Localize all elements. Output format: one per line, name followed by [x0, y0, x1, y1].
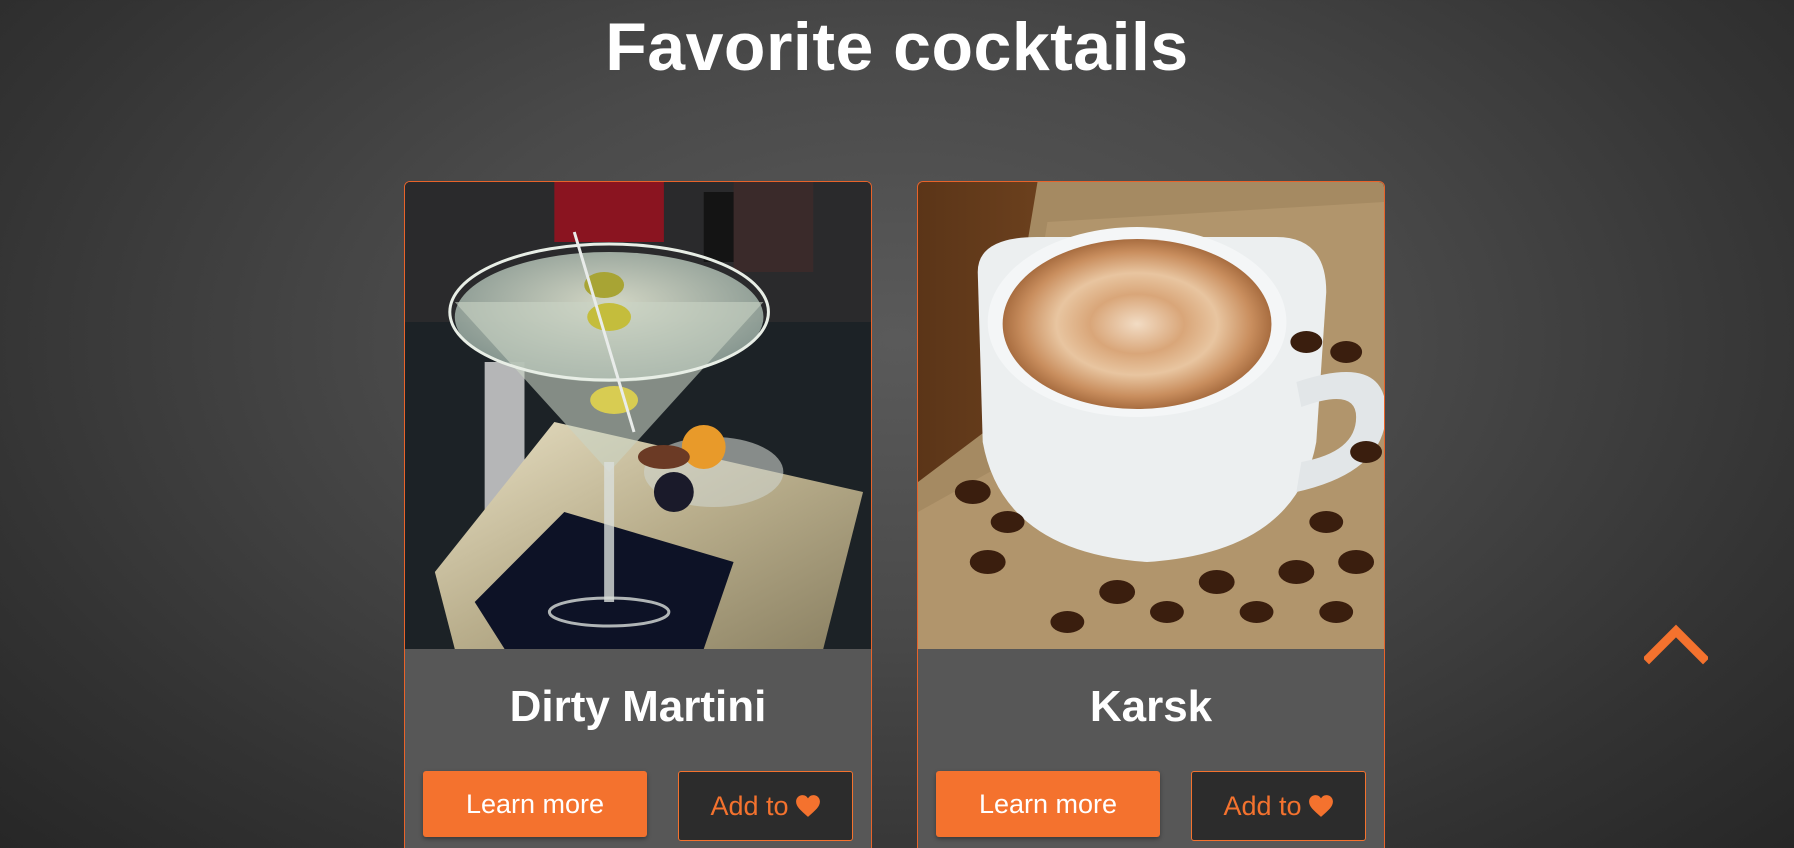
- scroll-to-top-button[interactable]: [1642, 622, 1710, 666]
- cocktail-name: Dirty Martini: [509, 682, 767, 731]
- cocktail-image: [405, 182, 871, 649]
- cocktail-name: Karsk: [1089, 682, 1213, 731]
- add-to-favorites-button[interactable]: Add to: [678, 771, 853, 841]
- heart-icon: [795, 794, 821, 818]
- chevron-up-icon: [1642, 624, 1710, 665]
- page-title: Favorite cocktails: [605, 9, 1189, 85]
- add-to-label: Add to: [1223, 790, 1302, 821]
- cocktail-card-list: Dirty Martini Learn more Add to Karsk Le…: [404, 181, 1385, 848]
- learn-more-button[interactable]: Learn more: [423, 771, 647, 837]
- learn-more-button[interactable]: Learn more: [936, 771, 1160, 837]
- add-to-favorites-button[interactable]: Add to: [1191, 771, 1366, 841]
- coffee-image: [918, 182, 1384, 649]
- card-actions: Learn more Add to: [936, 771, 1366, 841]
- card-actions: Learn more Add to: [423, 771, 853, 841]
- cocktail-card: Dirty Martini Learn more Add to: [404, 181, 872, 848]
- martini-image: [405, 182, 871, 649]
- cocktail-card: Karsk Learn more Add to: [917, 181, 1385, 848]
- cocktail-image: [918, 182, 1384, 649]
- heart-icon: [1308, 794, 1334, 818]
- add-to-label: Add to: [710, 790, 789, 821]
